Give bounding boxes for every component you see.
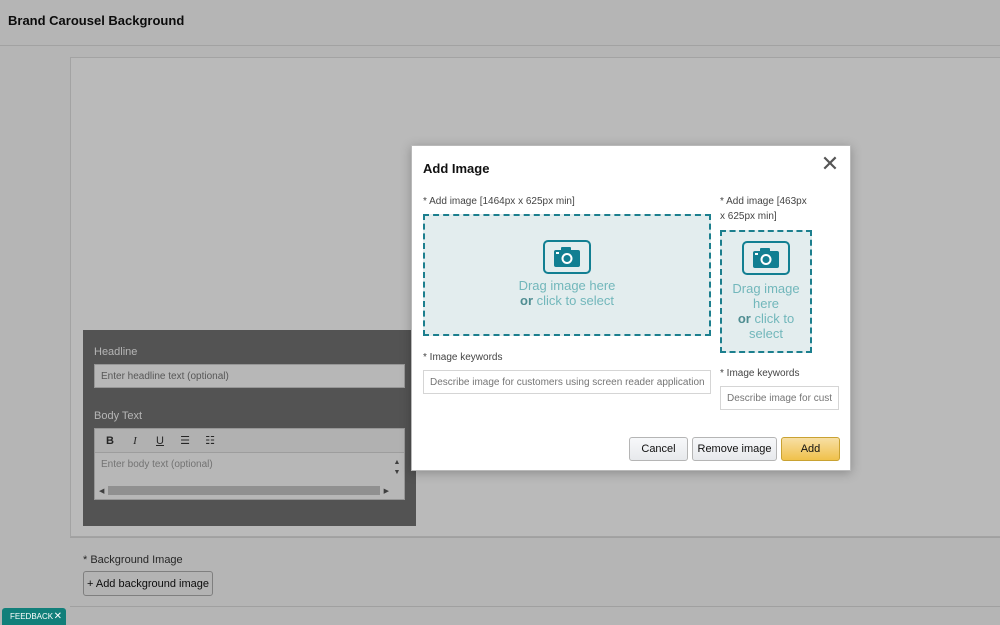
- add-image-modal: Add Image ✕ * Add image [1464px x 625px …: [411, 145, 851, 471]
- small-image-label-line2: x 625px min]: [720, 211, 777, 222]
- small-drop-line3: or click to: [722, 311, 810, 326]
- small-drop-line1: Drag image: [732, 281, 800, 296]
- large-keywords-label: * Image keywords: [423, 352, 503, 363]
- large-keywords-input[interactable]: [423, 370, 711, 394]
- drop-or-text: or: [520, 293, 534, 308]
- cancel-button[interactable]: Cancel: [629, 437, 688, 461]
- close-icon[interactable]: ✕: [820, 154, 840, 176]
- small-image-label-line1: * Add image [463px: [720, 196, 807, 207]
- camera-icon: [742, 241, 790, 275]
- feedback-tab[interactable]: FEEDBACK ✕: [2, 608, 66, 625]
- drop-instruction-line1: Drag image here: [518, 278, 616, 293]
- remove-image-button[interactable]: Remove image: [692, 437, 777, 461]
- small-image-dropzone[interactable]: Drag image here or click to select: [720, 230, 812, 353]
- large-image-dropzone[interactable]: Drag image here or click to select: [423, 214, 711, 336]
- drop-click-text: click to select: [533, 293, 614, 308]
- camera-icon: [543, 240, 591, 274]
- small-keywords-input[interactable]: [720, 386, 839, 410]
- small-drop-line4: select: [749, 326, 783, 341]
- feedback-label: FEEDBACK: [10, 612, 54, 621]
- large-image-label: * Add image [1464px x 625px min]: [423, 196, 575, 207]
- drop-instruction-line2: or click to select: [425, 293, 709, 308]
- small-drop-or-text: or: [737, 311, 751, 326]
- small-drop-line2: here: [752, 296, 780, 311]
- add-button[interactable]: Add: [781, 437, 840, 461]
- small-drop-click-text: click to: [750, 311, 795, 326]
- modal-title: Add Image: [423, 161, 490, 176]
- close-icon[interactable]: ✕: [54, 611, 62, 622]
- small-keywords-label: * Image keywords: [720, 368, 800, 379]
